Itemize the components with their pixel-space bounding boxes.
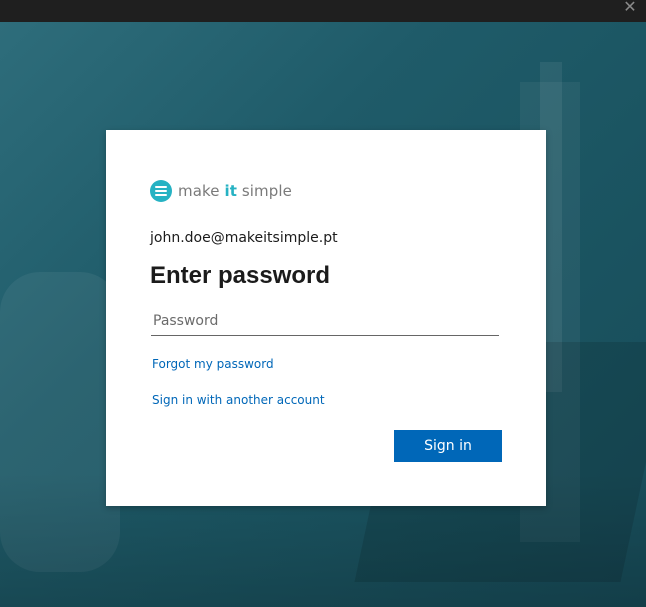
logo-mark-icon	[150, 180, 172, 202]
account-identity: john.doe@makeitsimple.pt	[150, 230, 338, 246]
brand-prefix: make	[178, 182, 225, 200]
brand-logo: make it simple	[150, 179, 292, 203]
close-icon[interactable]: ✕	[622, 0, 638, 16]
password-field[interactable]	[151, 306, 499, 336]
page-title: Enter password	[150, 262, 331, 289]
sign-in-button[interactable]: Sign in	[394, 430, 502, 462]
title-bar: ✕	[0, 0, 646, 22]
other-account-link[interactable]: Sign in with another account	[152, 393, 325, 407]
forgot-password-link[interactable]: Forgot my password	[152, 357, 274, 371]
login-window: ✕ make it simple john.doe@makeitsimple.p…	[0, 0, 646, 607]
signin-dialog: make it simple john.doe@makeitsimple.pt …	[106, 130, 546, 506]
brand-name: make it simple	[178, 182, 292, 200]
brand-accent: it	[224, 182, 237, 200]
brand-suffix: simple	[236, 182, 292, 200]
